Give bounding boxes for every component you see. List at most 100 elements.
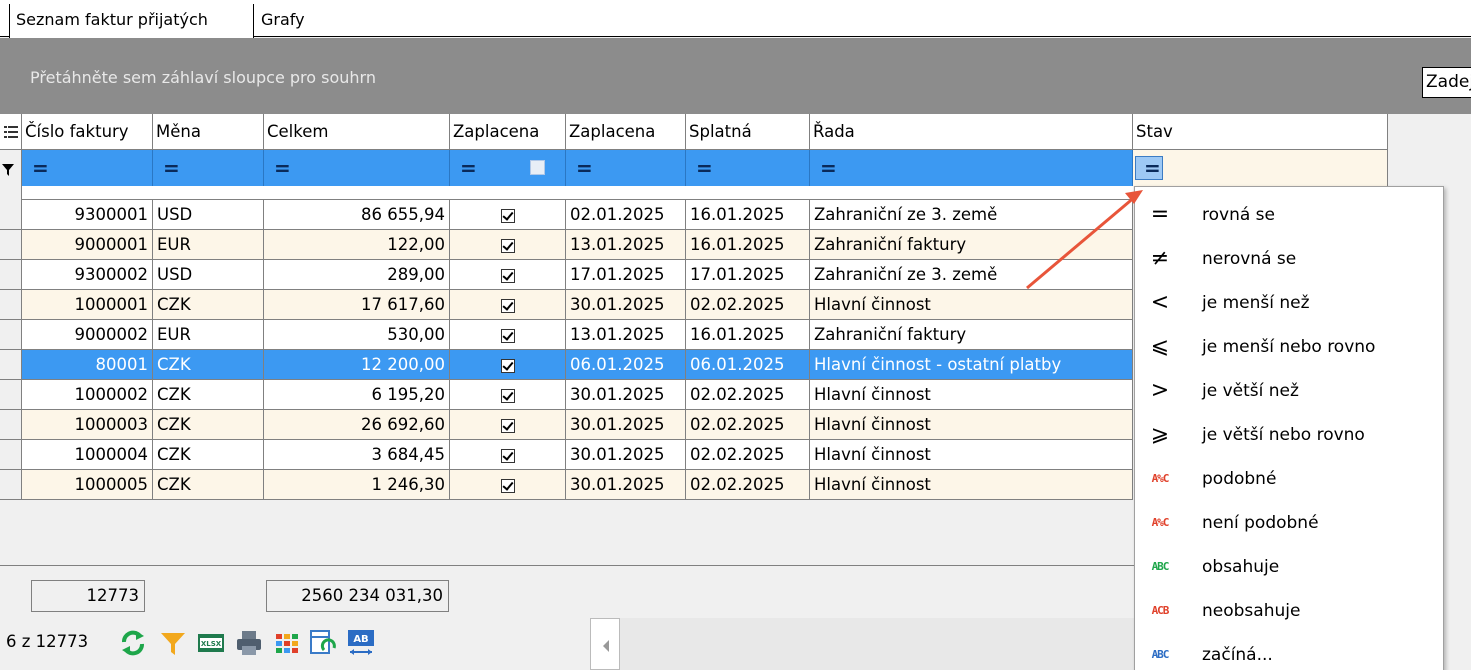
column-chooser-icon[interactable] — [0, 114, 22, 150]
cell-due-date[interactable]: 02.02.2025 — [686, 470, 810, 500]
horizontal-scrollbar-track[interactable] — [620, 618, 1135, 670]
xlsx-export-icon[interactable]: XLSX — [196, 628, 226, 658]
filter-option[interactable]: ⩾ je větší nebo rovno — [1135, 413, 1443, 457]
layout-refresh-icon[interactable] — [308, 628, 338, 658]
paid-checkbox[interactable] — [500, 358, 515, 373]
cell-total[interactable]: 17 617,60 — [264, 290, 450, 320]
cell-paid-date[interactable]: 17.01.2025 — [566, 260, 686, 290]
cell-paid-date[interactable]: 30.01.2025 — [566, 290, 686, 320]
cell-paid-flag[interactable] — [450, 440, 566, 470]
filter-currency[interactable]: = — [153, 150, 264, 186]
filter-option[interactable]: = rovná se — [1135, 193, 1443, 237]
cell-currency[interactable]: CZK — [153, 440, 264, 470]
cell-total[interactable]: 3 684,45 — [264, 440, 450, 470]
cell-paid-date[interactable]: 30.01.2025 — [566, 410, 686, 440]
cell-paid-date[interactable]: 30.01.2025 — [566, 440, 686, 470]
cell-due-date[interactable]: 02.02.2025 — [686, 440, 810, 470]
column-header-due-date[interactable]: Splatná — [686, 114, 810, 150]
cell-invoice-number[interactable]: 80001 — [22, 350, 153, 380]
column-header-series[interactable]: Řada — [810, 114, 1133, 150]
cell-paid-flag[interactable] — [450, 410, 566, 440]
autofit-columns-icon[interactable]: AB — [346, 628, 376, 658]
row-indicator[interactable] — [0, 260, 22, 290]
cell-invoice-number[interactable]: 9000002 — [22, 320, 153, 350]
filter-checkbox[interactable] — [530, 160, 545, 175]
row-indicator[interactable] — [0, 230, 22, 260]
filter-status[interactable]: = — [1133, 150, 1388, 186]
equals-operator-icon[interactable]: = — [696, 158, 713, 178]
cell-currency[interactable]: USD — [153, 260, 264, 290]
cell-series[interactable]: Zahraniční faktury — [810, 230, 1133, 260]
filter-invoice-number[interactable]: = — [22, 150, 153, 186]
filter-paid-flag[interactable]: = — [450, 150, 566, 186]
cell-total[interactable]: 6 195,20 — [264, 380, 450, 410]
paid-checkbox[interactable] — [500, 298, 515, 313]
equals-operator-icon[interactable]: = — [1144, 158, 1161, 178]
column-chooser-icon[interactable] — [272, 628, 302, 658]
cell-currency[interactable]: CZK — [153, 470, 264, 500]
cell-series[interactable]: Hlavní činnost — [810, 290, 1133, 320]
equals-operator-icon[interactable]: = — [32, 158, 49, 178]
column-header-invoice-number[interactable]: Číslo faktury — [22, 114, 153, 150]
cell-due-date[interactable]: 06.01.2025 — [686, 350, 810, 380]
cell-paid-date[interactable]: 06.01.2025 — [566, 350, 686, 380]
cell-due-date[interactable]: 02.02.2025 — [686, 410, 810, 440]
cell-currency[interactable]: EUR — [153, 320, 264, 350]
print-icon[interactable] — [234, 628, 264, 658]
cell-paid-date[interactable]: 30.01.2025 — [566, 470, 686, 500]
filter-option[interactable]: A%C není podobné — [1135, 501, 1443, 545]
cell-due-date[interactable]: 02.02.2025 — [686, 380, 810, 410]
paid-checkbox[interactable] — [500, 418, 515, 433]
cell-paid-date[interactable]: 30.01.2025 — [566, 380, 686, 410]
cell-due-date[interactable]: 17.01.2025 — [686, 260, 810, 290]
row-indicator[interactable] — [0, 350, 22, 380]
filter-paid-date[interactable]: = — [566, 150, 686, 186]
cell-invoice-number[interactable]: 9300002 — [22, 260, 153, 290]
row-indicator[interactable] — [0, 200, 22, 230]
filter-option[interactable]: A%C podobné — [1135, 457, 1443, 501]
column-header-paid-flag[interactable]: Zaplacena — [450, 114, 566, 150]
filter-due-date[interactable]: = — [686, 150, 810, 186]
cell-paid-flag[interactable] — [450, 320, 566, 350]
paid-checkbox[interactable] — [500, 328, 515, 343]
cell-paid-flag[interactable] — [450, 260, 566, 290]
cell-series[interactable]: Hlavní činnost - ostatní platby — [810, 350, 1133, 380]
cell-total[interactable]: 530,00 — [264, 320, 450, 350]
cell-paid-flag[interactable] — [450, 290, 566, 320]
paid-checkbox[interactable] — [500, 238, 515, 253]
cell-invoice-number[interactable]: 1000004 — [22, 440, 153, 470]
paid-checkbox[interactable] — [500, 388, 515, 403]
filter-option[interactable]: ≠ nerovná se — [1135, 237, 1443, 281]
cell-currency[interactable]: CZK — [153, 410, 264, 440]
cell-paid-flag[interactable] — [450, 230, 566, 260]
cell-paid-flag[interactable] — [450, 470, 566, 500]
equals-operator-icon[interactable]: = — [163, 158, 180, 178]
cell-invoice-number[interactable]: 1000003 — [22, 410, 153, 440]
cell-invoice-number[interactable]: 9300001 — [22, 200, 153, 230]
column-header-currency[interactable]: Měna — [153, 114, 264, 150]
row-indicator[interactable] — [0, 410, 22, 440]
filter-total[interactable]: = — [264, 150, 450, 186]
cell-invoice-number[interactable]: 1000005 — [22, 470, 153, 500]
column-header-paid-date[interactable]: Zaplacena — [566, 114, 686, 150]
row-indicator[interactable] — [0, 470, 22, 500]
cell-total[interactable]: 26 692,60 — [264, 410, 450, 440]
cell-paid-date[interactable]: 13.01.2025 — [566, 230, 686, 260]
filter-series[interactable]: = — [810, 150, 1133, 186]
cell-paid-flag[interactable] — [450, 380, 566, 410]
filter-option[interactable]: ACB neobsahuje — [1135, 589, 1443, 633]
equals-operator-icon[interactable]: = — [460, 158, 477, 178]
equals-operator-icon[interactable]: = — [820, 158, 837, 178]
cell-invoice-number[interactable]: 1000002 — [22, 380, 153, 410]
cell-currency[interactable]: CZK — [153, 380, 264, 410]
filter-option[interactable]: ABC obsahuje — [1135, 545, 1443, 589]
cell-due-date[interactable]: 02.02.2025 — [686, 290, 810, 320]
row-indicator[interactable] — [0, 290, 22, 320]
filter-option[interactable]: < je menší než — [1135, 281, 1443, 325]
cell-due-date[interactable]: 16.01.2025 — [686, 200, 810, 230]
cell-currency[interactable]: CZK — [153, 350, 264, 380]
cell-due-date[interactable]: 16.01.2025 — [686, 320, 810, 350]
tab-charts[interactable]: Grafy — [255, 4, 325, 37]
row-indicator[interactable] — [0, 380, 22, 410]
cell-total[interactable]: 1 246,30 — [264, 470, 450, 500]
